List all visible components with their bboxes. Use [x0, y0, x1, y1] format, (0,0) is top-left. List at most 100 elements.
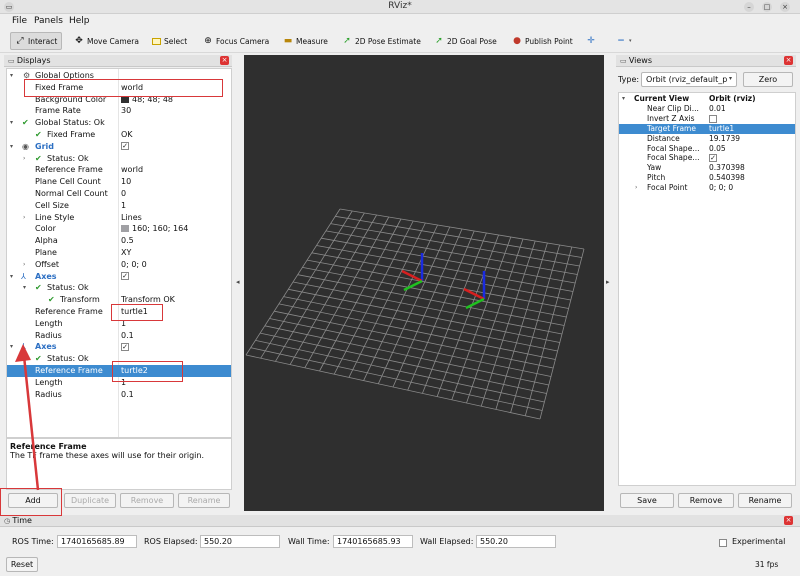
experimental-label: Experimental [732, 537, 786, 546]
interact-tool-button[interactable]: ⤢ Interact [10, 32, 63, 50]
expand-arrow-icon[interactable]: ▾ [23, 282, 26, 294]
tree-row-color[interactable]: Color 160; 160; 164 [7, 223, 231, 235]
rename-button[interactable]: Rename [178, 493, 230, 508]
view-row-yaw[interactable]: Yaw 0.370398 [619, 163, 795, 173]
rename-view-button[interactable]: Rename [738, 493, 792, 508]
tree-row-cell-size[interactable]: Cell Size 1 [7, 200, 231, 212]
wall-elapsed-field[interactable]: 550.20 [476, 535, 556, 548]
tree-row-alpha[interactable]: Alpha 0.5 [7, 235, 231, 247]
view-row-focal-shape-size[interactable]: Focal Shape... 0.05 [619, 144, 795, 154]
scene-canvas[interactable] [244, 55, 604, 511]
expand-arrow-icon[interactable]: ▾ [10, 271, 13, 283]
axes-1-enabled-checkbox[interactable]: ✓ [121, 272, 129, 281]
tree-row-offset[interactable]: › Offset 0; 0; 0 [7, 259, 231, 271]
tree-row-line-style[interactable]: › Line Style Lines [7, 212, 231, 224]
tree-row-plane-cell-count[interactable]: Plane Cell Count 10 [7, 176, 231, 188]
maximize-icon[interactable]: □ [762, 2, 772, 12]
tree-row-grid-reference-frame[interactable]: Reference Frame world [7, 164, 231, 176]
publish-point-tool-button[interactable]: ● Publish Point [512, 32, 573, 50]
close-icon[interactable]: × [780, 2, 790, 12]
wall-elapsed-label: Wall Elapsed: [420, 537, 474, 546]
render-viewport[interactable] [244, 55, 604, 511]
menu-help[interactable]: Help [69, 16, 90, 26]
goal-pose-tool-button[interactable]: ➚ 2D Goal Pose [434, 32, 497, 50]
focal-shape-checkbox[interactable]: ✓ [709, 154, 717, 163]
title-bar: ▭ RViz* – □ × [0, 0, 800, 14]
wall-time-label: Wall Time: [288, 537, 330, 546]
focus-camera-icon: ⊕ [204, 36, 212, 46]
grid-line [510, 244, 560, 413]
grid-line [524, 246, 573, 416]
grid-enabled-checkbox[interactable]: ✓ [121, 142, 129, 151]
interact-icon: ⤢ [16, 36, 24, 46]
window-title: RViz* [388, 1, 412, 11]
expand-arrow-icon[interactable]: ▾ [10, 141, 13, 153]
close-displays-icon[interactable]: × [220, 56, 229, 65]
view-row-target-frame[interactable]: Target Frame turtle1 [619, 123, 795, 134]
expand-arrow-icon[interactable]: › [23, 153, 25, 165]
expand-arrow-icon[interactable]: ▾ [10, 117, 13, 129]
tree-row-normal-cell-count[interactable]: Normal Cell Count 0 [7, 188, 231, 200]
view-row-invert-z[interactable]: Invert Z Axis [619, 114, 795, 124]
views-tree[interactable]: ▾ Current View Orbit (rviz) Near Clip Di..… [618, 92, 796, 486]
measure-tool-button[interactable]: ▬ Measure [283, 32, 328, 50]
duplicate-button[interactable]: Duplicate [64, 493, 116, 508]
tree-row-global-status[interactable]: ▾ ✔ Global Status: Ok [7, 117, 231, 129]
add-tool-button[interactable]: ✛ [586, 32, 599, 50]
view-row-pitch[interactable]: Pitch 0.540398 [619, 173, 795, 183]
collapse-left-icon[interactable]: ◂ [236, 278, 240, 286]
save-view-button[interactable]: Save [620, 493, 674, 508]
view-row-focal-shape-fixed[interactable]: Focal Shape... ✓ [619, 153, 795, 163]
views-panel: ▭ Views × Type: Orbit (rviz_default_p ▾ … [616, 55, 796, 511]
grid-line [260, 332, 547, 394]
expand-arrow-icon[interactable]: ▾ [622, 94, 625, 104]
type-label: Type: [618, 75, 640, 84]
grid-line [255, 340, 545, 403]
move-camera-tool-button[interactable]: ✥ Move Camera [74, 32, 139, 50]
menu-file[interactable]: File [12, 16, 27, 26]
remove-tool-button[interactable]: − ▾ [616, 32, 632, 50]
expand-arrow-icon[interactable]: ▾ [10, 70, 13, 82]
axes-2-enabled-checkbox[interactable]: ✓ [121, 342, 129, 351]
remove-button[interactable]: Remove [120, 493, 174, 508]
pose-estimate-tool-button[interactable]: ➚ 2D Pose Estimate [342, 32, 421, 50]
chevron-down-icon: ▾ [729, 75, 733, 82]
wall-time-field[interactable]: 1740165685.93 [333, 535, 413, 548]
check-icon: ✔ [22, 118, 29, 128]
experimental-checkbox[interactable] [719, 538, 727, 547]
focus-camera-tool-button[interactable]: ⊕ Focus Camera [203, 32, 269, 50]
expand-arrow-icon[interactable]: › [23, 212, 25, 224]
view-row-focal-point[interactable]: › Focal Point 0; 0; 0 [619, 183, 795, 193]
green-arrow-icon: ➚ [435, 36, 443, 46]
expand-arrow-icon[interactable]: › [23, 259, 25, 271]
chevron-down-icon: ▾ [629, 38, 632, 44]
tree-row-fixed-frame-status[interactable]: ✔ Fixed Frame OK [7, 129, 231, 141]
tree-row-axes-1[interactable]: ▾ ⅄ Axes ✓ [7, 271, 231, 283]
close-views-icon[interactable]: × [784, 56, 793, 65]
view-row-current[interactable]: ▾ Current View Orbit (rviz) [619, 94, 795, 104]
view-row-near-clip[interactable]: Near Clip Di... 0.01 [619, 104, 795, 114]
ros-elapsed-field[interactable]: 550.20 [200, 535, 280, 548]
tree-row-grid[interactable]: ▾ ◉ Grid ✓ [7, 141, 231, 153]
tree-row-grid-status[interactable]: › ✔ Status: Ok [7, 153, 231, 165]
ros-elapsed-label: ROS Elapsed: [144, 537, 198, 546]
tree-row-plane[interactable]: Plane XY [7, 247, 231, 259]
tree-row-frame-rate[interactable]: Frame Rate 30 [7, 105, 231, 117]
ros-time-label: ROS Time: [12, 537, 54, 546]
grid-icon: ◉ [22, 141, 29, 151]
collapse-right-icon[interactable]: ▸ [606, 278, 610, 286]
close-time-icon[interactable]: × [784, 516, 793, 525]
zero-button[interactable]: Zero [743, 72, 793, 87]
select-tool-button[interactable]: Select [152, 32, 187, 50]
ros-time-field[interactable]: 1740165685.89 [57, 535, 137, 548]
invert-z-checkbox[interactable] [709, 114, 717, 123]
view-type-select[interactable]: Orbit (rviz_default_p [641, 72, 737, 87]
menu-panels[interactable]: Panels [34, 16, 63, 26]
remove-view-button[interactable]: Remove [678, 493, 734, 508]
minimize-icon[interactable]: – [744, 2, 754, 12]
reset-button[interactable]: Reset [6, 557, 38, 572]
view-row-distance[interactable]: Distance 19.1739 [619, 134, 795, 144]
fps-label: 31 fps [755, 560, 779, 569]
expand-arrow-icon[interactable]: › [635, 183, 637, 193]
tree-row-axes-1-status[interactable]: ▾ ✔ Status: Ok [7, 282, 231, 294]
